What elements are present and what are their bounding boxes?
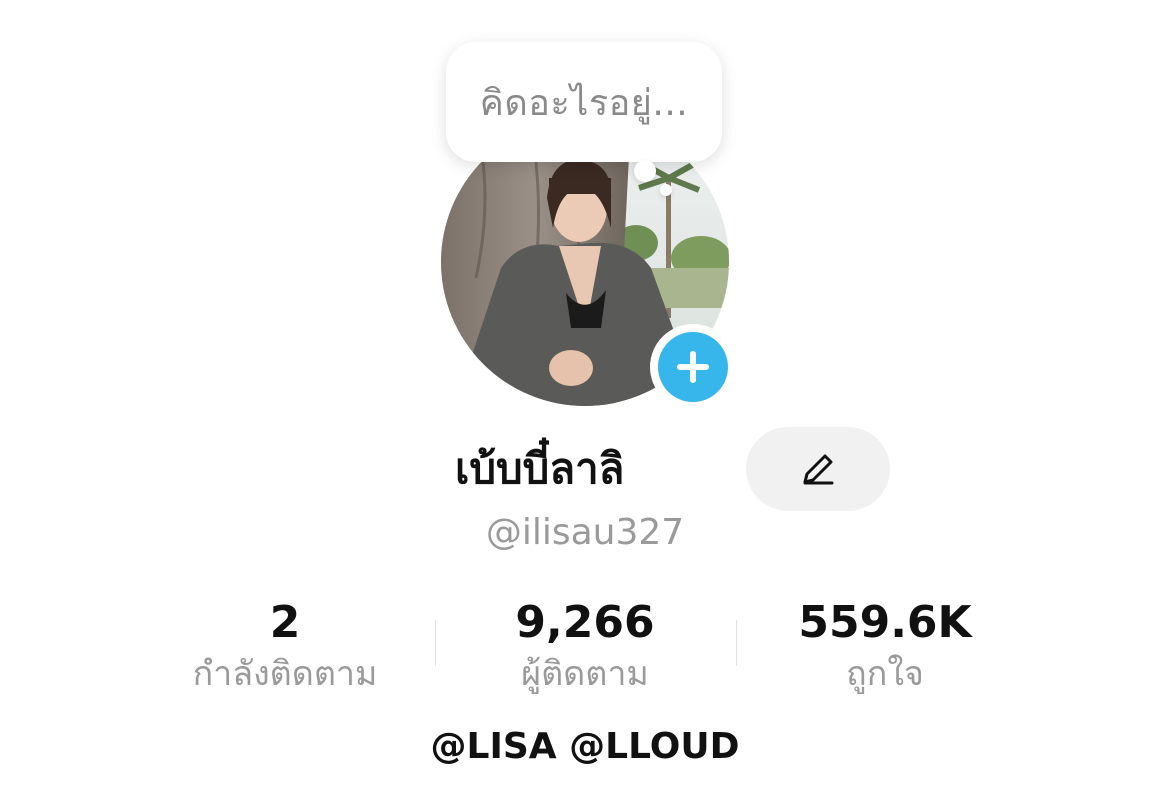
add-button-circle [658,332,728,402]
stat-following[interactable]: 2 กำลังติดตาม [145,596,425,698]
followers-label: ผู้ติดตาม [521,654,649,694]
stat-followers[interactable]: 9,266 ผู้ติดตาม [445,596,725,698]
stat-likes[interactable]: 559.6K ถูกใจ [745,596,1025,698]
likes-label: ถูกใจ [846,654,924,694]
followers-count: 9,266 [515,597,655,648]
likes-count: 559.6K [798,597,972,648]
status-thought-bubble[interactable]: คิดอะไรอยู่... [446,42,722,162]
thought-bubble-dot-small [660,184,672,196]
plus-icon [677,351,709,383]
edit-profile-button[interactable] [746,427,890,511]
add-story-button[interactable] [650,324,736,410]
username-text: @ilisau327 [485,512,685,553]
username: @ilisau327 [0,512,1170,553]
profile-bio: @LISA @LLOUD [430,726,740,767]
display-name: เบ้บบี๋ลาลิ [455,444,625,493]
thought-placeholder: คิดอะไรอยู่... [479,82,689,124]
stat-divider [435,620,436,666]
pencil-icon [803,454,834,485]
following-label: กำลังติดตาม [192,654,378,694]
stat-divider [736,620,737,666]
thought-bubble-dot [634,160,656,182]
following-count: 2 [269,597,301,648]
